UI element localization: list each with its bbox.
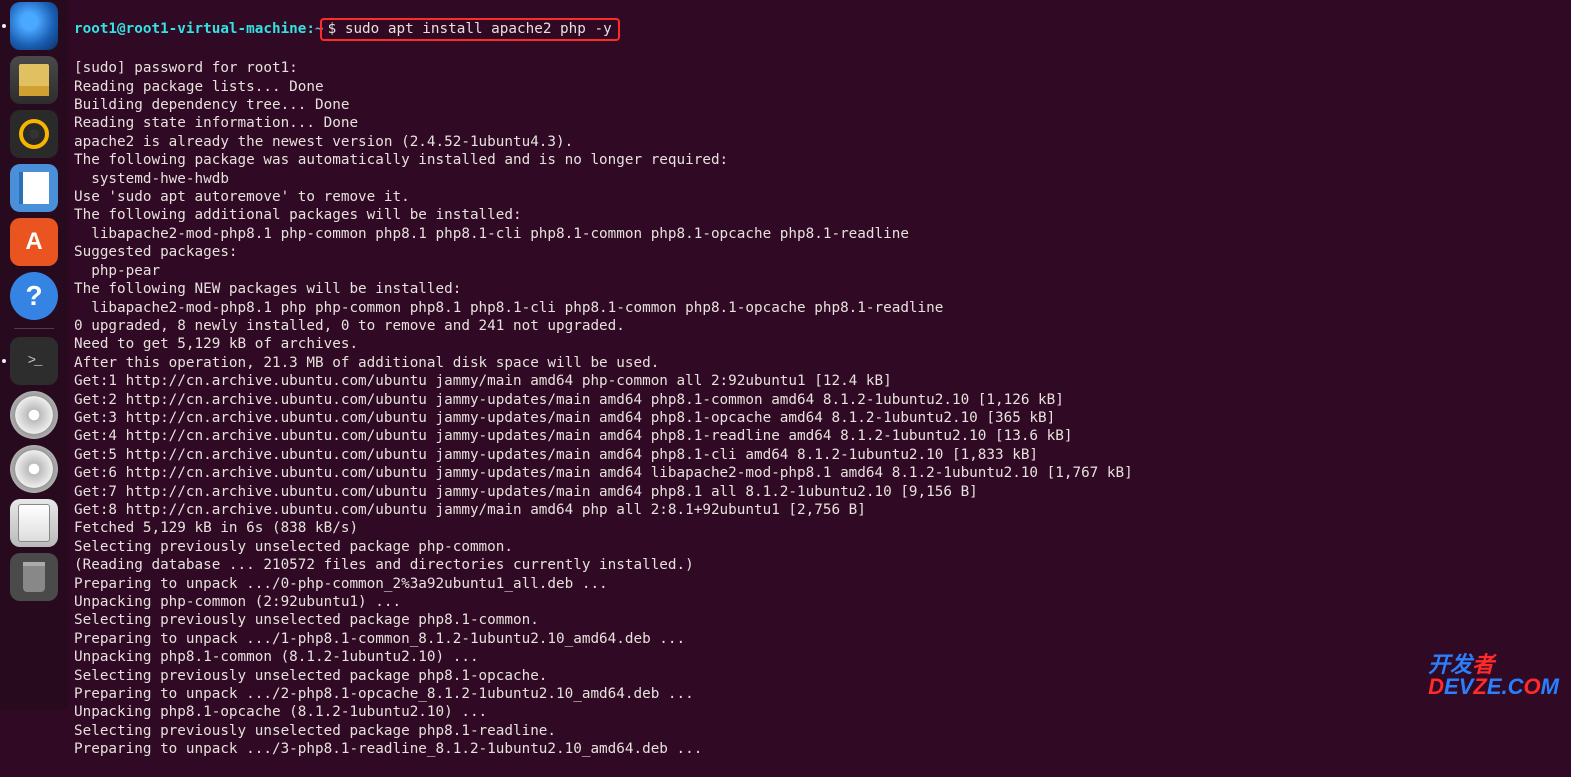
files-icon[interactable] — [10, 56, 58, 104]
disk-icon[interactable] — [10, 499, 58, 547]
command-highlight-box: $ sudo apt install apache2 php -y — [320, 18, 620, 40]
watermark-text: Z — [1473, 674, 1486, 699]
watermark-text: O — [1524, 674, 1541, 699]
rhythmbox-icon[interactable] — [10, 110, 58, 158]
prompt-dollar: $ — [328, 21, 345, 37]
trash-icon[interactable] — [10, 553, 58, 601]
dock-separator — [14, 328, 54, 329]
disc1-icon[interactable] — [10, 391, 58, 439]
watermark-text: D — [1428, 674, 1444, 699]
launcher-dock — [0, 0, 68, 710]
disc2-icon[interactable] — [10, 445, 58, 493]
software-icon[interactable] — [10, 218, 58, 266]
typed-command: sudo apt install apache2 php -y — [345, 21, 612, 37]
terminal-icon[interactable] — [10, 337, 58, 385]
watermark-text: E.C — [1487, 674, 1524, 699]
terminal-window[interactable]: root1@root1-virtual-machine:~$ sudo apt … — [74, 0, 1571, 708]
help-icon[interactable] — [10, 272, 58, 320]
watermark-text: M — [1541, 674, 1559, 699]
thunderbird-icon[interactable] — [10, 2, 58, 50]
terminal-output: [sudo] password for root1: Reading packa… — [74, 59, 1571, 758]
watermark: 开发者 DEVZE.COM — [1428, 654, 1559, 698]
prompt-sep: : — [306, 21, 315, 37]
watermark-text: EV — [1444, 674, 1473, 699]
prompt-user: root1@root1-virtual-machine — [74, 21, 306, 37]
writer-icon[interactable] — [10, 164, 58, 212]
prompt-line: root1@root1-virtual-machine:~$ sudo apt … — [74, 18, 1571, 40]
